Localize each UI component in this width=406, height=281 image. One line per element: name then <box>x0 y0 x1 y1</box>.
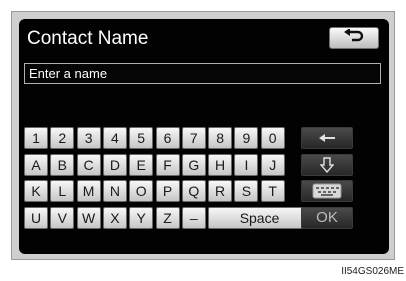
key-u[interactable]: U <box>24 206 48 229</box>
key-1[interactable]: 1 <box>24 127 48 149</box>
key-9[interactable]: 9 <box>234 127 259 149</box>
key-o[interactable]: O <box>129 180 154 202</box>
key-z[interactable]: Z <box>155 206 180 229</box>
shift-down-key[interactable] <box>301 153 353 176</box>
key-0[interactable]: 0 <box>260 127 285 149</box>
backspace-key[interactable] <box>301 127 353 149</box>
key-2[interactable]: 2 <box>50 127 75 149</box>
key-a[interactable]: A <box>24 153 48 176</box>
key-r[interactable]: R <box>208 180 233 202</box>
ok-button[interactable]: OK <box>301 206 353 229</box>
key-8[interactable]: 8 <box>208 127 233 149</box>
key-m[interactable]: M <box>76 180 101 202</box>
key-4[interactable]: 4 <box>102 127 127 149</box>
name-input-field[interactable]: Enter a name <box>24 63 381 84</box>
key-f[interactable]: F <box>155 153 180 176</box>
key-c[interactable]: C <box>76 153 101 176</box>
key-h[interactable]: H <box>208 153 233 176</box>
key-g[interactable]: G <box>181 153 206 176</box>
space-key[interactable]: Space <box>208 206 311 229</box>
key-e[interactable]: E <box>129 153 154 176</box>
nav-screen: Contact Name Enter a name 1234567890 ABCD… <box>19 19 389 254</box>
key-5[interactable]: 5 <box>129 127 154 149</box>
key-7[interactable]: 7 <box>181 127 206 149</box>
figure-code: II54GS026ME <box>341 266 404 277</box>
key-3[interactable]: 3 <box>76 127 101 149</box>
key-l[interactable]: L <box>50 180 75 202</box>
backspace-arrow-icon <box>318 133 336 143</box>
return-arrow-icon <box>343 27 365 48</box>
key-p[interactable]: P <box>155 180 180 202</box>
key-t[interactable]: T <box>260 180 285 202</box>
key-i[interactable]: I <box>234 153 259 176</box>
key-x[interactable]: X <box>102 206 127 229</box>
screen-title: Contact Name <box>27 28 149 49</box>
keyboard-layout-icon <box>312 183 342 199</box>
back-button[interactable] <box>329 27 379 49</box>
key-w[interactable]: W <box>76 206 101 229</box>
key-d[interactable]: D <box>102 153 127 176</box>
key-v[interactable]: V <box>50 206 75 229</box>
key-dash[interactable]: – <box>181 206 206 229</box>
keyboard-layout-key[interactable] <box>301 180 353 202</box>
key-q[interactable]: Q <box>181 180 206 202</box>
key-6[interactable]: 6 <box>155 127 180 149</box>
key-n[interactable]: N <box>102 180 127 202</box>
name-input-placeholder: Enter a name <box>29 66 108 81</box>
down-arrow-icon <box>320 156 334 173</box>
key-y[interactable]: Y <box>129 206 154 229</box>
display-frame: Contact Name Enter a name 1234567890 ABCD… <box>11 11 395 260</box>
key-j[interactable]: J <box>260 153 285 176</box>
key-b[interactable]: B <box>50 153 75 176</box>
key-s[interactable]: S <box>234 180 259 202</box>
key-k[interactable]: K <box>24 180 48 202</box>
